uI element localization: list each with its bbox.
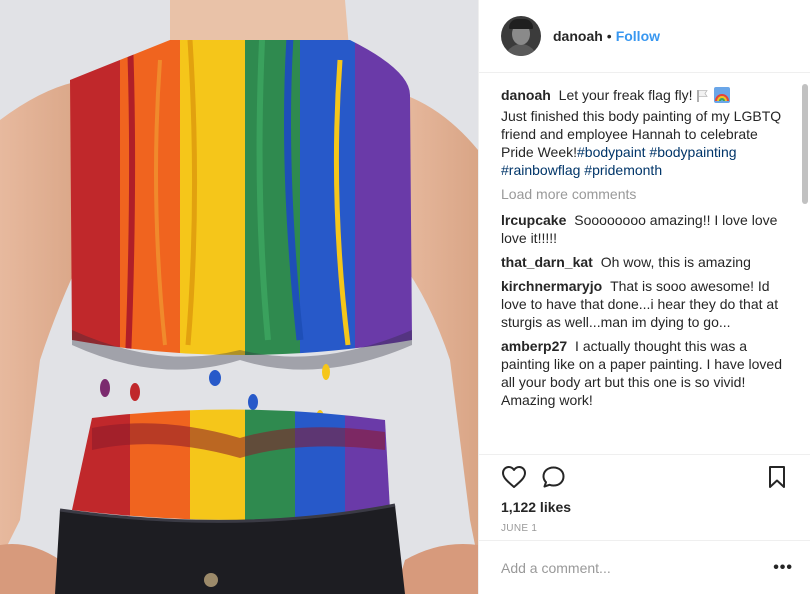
- add-comment-input[interactable]: [501, 559, 774, 576]
- comment-bubble-icon[interactable]: [541, 465, 567, 494]
- comment-item: kirchnermaryjo That is sooo awesome! Id …: [501, 277, 787, 331]
- hashtag-link[interactable]: #bodypaint: [577, 144, 646, 160]
- hashtag-link[interactable]: #bodypainting: [649, 144, 736, 160]
- header-separator: •: [606, 28, 612, 44]
- avatar[interactable]: [501, 16, 541, 56]
- comment-username[interactable]: amberp27: [501, 338, 571, 354]
- rainbow-icon: [714, 87, 731, 107]
- bookmark-icon[interactable]: [767, 465, 787, 494]
- comment-item: amberp27 I actually thought this was a p…: [501, 337, 787, 409]
- hashtag-link[interactable]: #rainbowflag: [501, 162, 580, 178]
- heart-icon[interactable]: [501, 465, 527, 494]
- comment-text: Oh wow, this is amazing: [600, 254, 751, 270]
- caption: danoah Let your freak flag fly! Just fin…: [501, 86, 787, 179]
- header-username[interactable]: danoah: [553, 28, 603, 44]
- post-actions: 1,122 likes June 1: [479, 454, 810, 540]
- add-comment-bar: •••: [479, 540, 810, 594]
- white-flag-icon: [696, 89, 710, 107]
- comment-username[interactable]: that_darn_kat: [501, 254, 597, 270]
- post-header: danoah • Follow: [479, 0, 810, 73]
- post-side-panel: danoah • Follow danoah Let your freak fl…: [478, 0, 810, 594]
- comment-username[interactable]: kirchnermaryjo: [501, 278, 606, 294]
- avatar-cap-shape: [509, 19, 533, 29]
- caption-username[interactable]: danoah: [501, 87, 555, 103]
- comment-item: lrcupcake Soooooooo amazing!! I love lov…: [501, 211, 787, 247]
- post-date[interactable]: June 1: [501, 523, 537, 534]
- comments-scrollbar[interactable]: [802, 84, 808, 204]
- body-paint-illustration: [0, 0, 478, 594]
- load-more-comments-button[interactable]: Load more comments: [501, 185, 787, 203]
- follow-button[interactable]: Follow: [616, 28, 660, 44]
- comment-username[interactable]: lrcupcake: [501, 212, 570, 228]
- likes-count[interactable]: 1,122 likes: [501, 499, 571, 515]
- hashtag-link[interactable]: #pridemonth: [584, 162, 662, 178]
- avatar-body-shape: [505, 44, 537, 56]
- post-photo[interactable]: [0, 0, 478, 594]
- comment-item: that_darn_kat Oh wow, this is amazing: [501, 253, 787, 271]
- caption-text: Let your freak flag fly!: [558, 87, 693, 103]
- comments-list[interactable]: danoah Let your freak flag fly! Just fin…: [479, 74, 810, 454]
- more-options-icon[interactable]: •••: [773, 559, 793, 577]
